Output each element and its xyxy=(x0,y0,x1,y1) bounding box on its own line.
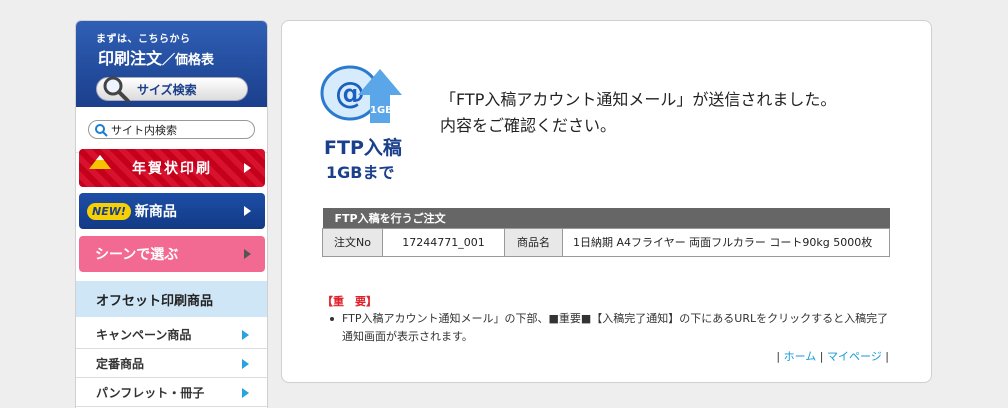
important-line-2: 通知画面が表示されます。 xyxy=(342,330,473,343)
order-price-box[interactable]: まずは、こちらから 印刷注文／価格表 サイズ検索 xyxy=(76,21,267,107)
new-products-banner[interactable]: NEW! 新商品 xyxy=(79,193,265,229)
size-search-label: サイズ検索 xyxy=(137,82,197,97)
product-value: 1日納期 A4フライヤー 両面フルカラー コート90kg 5000枚 xyxy=(562,227,890,257)
menu-item-standard[interactable]: 定番商品 xyxy=(76,350,267,378)
nenga-banner[interactable]: 年賀状印刷 xyxy=(79,149,265,187)
magnifier-icon xyxy=(103,76,130,103)
order-link[interactable]: 印刷注文 xyxy=(98,49,162,68)
price-list-link[interactable]: ／価格表 xyxy=(162,53,214,68)
mount-fuji-icon xyxy=(89,155,111,169)
menu-item-pamphlet[interactable]: パンフレット・冊子 xyxy=(76,379,267,407)
ftp-upload-logo: @ 1GB FTP入稿 1GBまで xyxy=(318,61,418,186)
important-note: FTP入稿アカウント通知メール」の下部、■重要■【入稿完了通知】の下にあるURL… xyxy=(330,310,890,346)
menu-item-campaign[interactable]: キャンペーン商品 xyxy=(76,321,267,349)
arrow-right-icon xyxy=(244,206,251,216)
size-search-button[interactable]: サイズ検索 xyxy=(96,76,248,103)
confirmation-message: 「FTP入稿アカウント通知メール」が送信されました。 内容をご確認ください。 xyxy=(440,87,836,139)
link-separator: | xyxy=(885,350,889,363)
new-badge: NEW! xyxy=(87,202,131,220)
menu-item-label: キャンペーン商品 xyxy=(96,328,192,342)
important-title: 【重 要】 xyxy=(322,295,377,308)
message-line-1: 「FTP入稿アカウント通知メール」が送信されました。 xyxy=(440,90,837,109)
ftp-order-table: FTP入稿を行うご注文 注文No 17244771_001 商品名 1日納期 A… xyxy=(322,208,890,257)
menu-item-label: パンフレット・冊子 xyxy=(96,386,205,400)
offset-products-heading: オフセット印刷商品 xyxy=(76,281,267,317)
arrow-right-icon xyxy=(242,329,249,340)
search-icon xyxy=(95,124,108,137)
link-separator: | xyxy=(776,350,781,363)
sidebar: まずは、こちらから 印刷注文／価格表 サイズ検索 サイト内検索 年賀状印刷 NE… xyxy=(75,20,268,408)
main-panel: @ 1GB FTP入稿 1GBまで 「FTP入稿アカウント通知メール」が送信され… xyxy=(281,20,932,383)
footer-links: | ホーム | マイページ | xyxy=(776,348,889,364)
bullet-icon xyxy=(330,317,334,321)
order-box-title[interactable]: 印刷注文／価格表 xyxy=(98,45,214,69)
arrow-right-icon xyxy=(242,358,249,369)
new-products-label: 新商品 xyxy=(134,204,177,220)
order-no-value: 17244771_001 xyxy=(382,227,505,257)
table-row: 注文No 17244771_001 商品名 1日納期 A4フライヤー 両面フルカ… xyxy=(322,227,890,257)
site-search-row: サイト内検索 xyxy=(76,107,267,153)
home-link[interactable]: ホーム xyxy=(784,350,817,363)
scene-label: シーンで選ぶ xyxy=(95,247,179,263)
order-no-label: 注文No xyxy=(322,227,383,257)
arrow-right-icon xyxy=(244,249,251,259)
mypage-link[interactable]: マイページ xyxy=(827,350,882,363)
link-separator: | xyxy=(819,350,824,363)
arrow-right-icon xyxy=(244,163,251,173)
nenga-label: 年賀状印刷 xyxy=(132,161,212,177)
ftp-globe-icon: @ xyxy=(320,65,402,123)
size-badge: 1GB xyxy=(370,105,393,116)
scene-banner[interactable]: シーンで選ぶ xyxy=(79,236,265,272)
order-box-pre-text: まずは、こちらから xyxy=(96,34,191,45)
table-header: FTP入稿を行うご注文 xyxy=(322,208,890,228)
ftp-logo-title: FTP入稿 xyxy=(324,137,402,159)
site-search-input[interactable]: サイト内検索 xyxy=(88,120,255,139)
arrow-right-icon xyxy=(242,387,249,398)
product-label: 商品名 xyxy=(504,227,563,257)
site-search-label: サイト内検索 xyxy=(111,123,177,137)
menu-item-label: 定番商品 xyxy=(96,357,145,371)
important-line-1: FTP入稿アカウント通知メール」の下部、■重要■【入稿完了通知】の下にあるURL… xyxy=(342,312,889,325)
message-line-2: 内容をご確認ください。 xyxy=(440,116,617,135)
ftp-logo-subtitle: 1GBまで xyxy=(326,163,395,182)
